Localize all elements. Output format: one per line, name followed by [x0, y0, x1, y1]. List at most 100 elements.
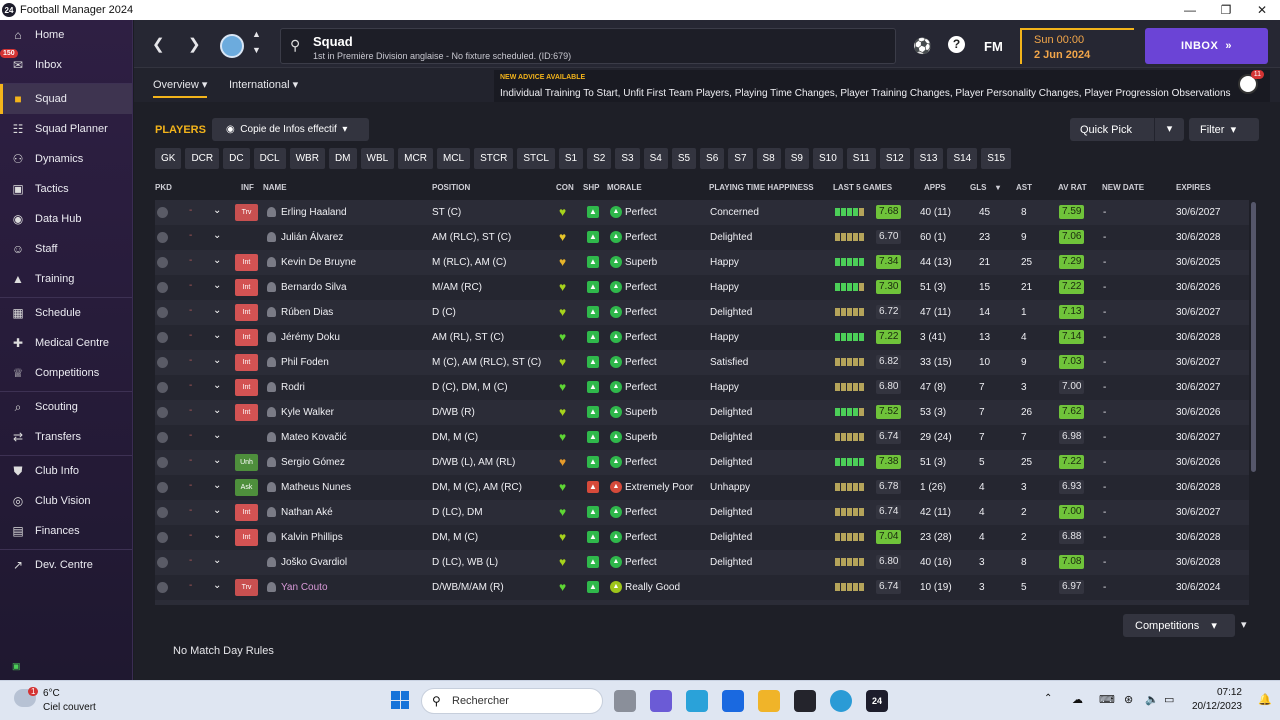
- row-expand-icon[interactable]: ⌄: [213, 480, 221, 491]
- row-expand-icon[interactable]: ⌄: [213, 330, 221, 341]
- position-button-s5[interactable]: S5: [671, 148, 697, 169]
- fm-menu-button[interactable]: FM: [984, 39, 1003, 54]
- taskbar-search[interactable]: ⚲ Rechercher: [421, 688, 603, 714]
- back-button[interactable]: ❮: [152, 35, 165, 53]
- table-row[interactable]: - ⌄ Int Rodri D (C), DM, M (C) ♥ ▲ ▲ Perfect Happ…: [155, 375, 1249, 400]
- pkd-toggle[interactable]: [157, 507, 168, 518]
- row-expand-icon[interactable]: ⌄: [213, 280, 221, 291]
- table-row[interactable]: - ⌄ Ask Matheus Nunes DM, M (C), AM (RC) ♥ ▲ ▲ E…: [155, 475, 1249, 500]
- row-expand-icon[interactable]: ⌄: [213, 355, 221, 366]
- position-button-s8[interactable]: S8: [756, 148, 781, 169]
- notifications-icon[interactable]: 🔔: [1258, 693, 1272, 706]
- quick-pick-button[interactable]: Quick Pick ▾: [1070, 118, 1184, 141]
- football-icon[interactable]: ⚽: [913, 37, 932, 55]
- col-avrat[interactable]: AV RAT: [1058, 183, 1087, 192]
- sidebar-item-schedule[interactable]: ▦ Schedule: [0, 298, 132, 328]
- table-scrollbar[interactable]: [1251, 202, 1256, 472]
- position-button-s13[interactable]: S13: [913, 148, 944, 169]
- pkd-toggle[interactable]: [157, 382, 168, 393]
- quick-pick-dropdown[interactable]: ▾: [1154, 118, 1184, 141]
- player-name[interactable]: Sergio Gómez: [281, 457, 345, 468]
- row-expand-icon[interactable]: ⌄: [213, 255, 221, 266]
- pkd-toggle[interactable]: [157, 332, 168, 343]
- onedrive-icon[interactable]: ☁: [1072, 693, 1083, 706]
- position-button-mcr[interactable]: MCR: [398, 148, 433, 169]
- position-button-mcl[interactable]: MCL: [436, 148, 471, 169]
- position-button-s11[interactable]: S11: [846, 148, 876, 169]
- sidebar-item-tactics[interactable]: ▣ Tactics: [0, 174, 132, 204]
- tray-overflow-icon[interactable]: ⌃: [1044, 693, 1052, 704]
- col-newdate[interactable]: NEW DATE: [1102, 183, 1144, 192]
- row-expand-icon[interactable]: ⌄: [213, 555, 221, 566]
- position-button-dcr[interactable]: DCR: [185, 148, 220, 169]
- row-expand-icon[interactable]: ⌄: [213, 230, 221, 241]
- club-switch-down-icon[interactable]: ▼: [252, 45, 261, 55]
- player-name[interactable]: Julián Álvarez: [281, 232, 343, 243]
- clock-time[interactable]: 07:12: [1192, 687, 1242, 698]
- table-row[interactable]: - ⌄ Int Kevin De Bruyne M (RLC), AM (C) ♥ ▲ ▲ Su…: [155, 250, 1249, 275]
- maximize-button[interactable]: ❐: [1208, 0, 1244, 20]
- sidebar-item-competitions[interactable]: ♕ Competitions: [0, 358, 132, 388]
- pkd-toggle[interactable]: [157, 232, 168, 243]
- competitions-dropdown[interactable]: Competitions ▾: [1123, 614, 1235, 637]
- position-button-s6[interactable]: S6: [700, 148, 725, 169]
- row-expand-icon[interactable]: ⌄: [213, 205, 221, 216]
- table-row[interactable]: - ⌄ Trv Erling Haaland ST (C) ♥ ▲ ▲ Perfect Conce…: [155, 200, 1249, 225]
- player-name[interactable]: Kalvin Phillips: [281, 532, 343, 543]
- position-button-s14[interactable]: S14: [947, 148, 978, 169]
- sidebar-item-dynamics[interactable]: ⚇ Dynamics: [0, 144, 132, 174]
- player-name[interactable]: Nathan Aké: [281, 507, 333, 518]
- position-button-dc[interactable]: DC: [223, 148, 250, 169]
- col-shp[interactable]: SHP: [583, 183, 599, 192]
- row-expand-icon[interactable]: ⌄: [213, 305, 221, 316]
- start-icon[interactable]: [391, 691, 409, 709]
- widgets-icon[interactable]: [686, 690, 708, 712]
- sidebar-item-data-hub[interactable]: ◉ Data Hub: [0, 204, 132, 234]
- col-expires[interactable]: EXPIRES: [1176, 183, 1211, 192]
- sidebar-item-squad[interactable]: ■ Squad: [0, 84, 132, 114]
- player-name[interactable]: Matheus Nunes: [281, 482, 351, 493]
- sidebar-item-training[interactable]: ▲ Training: [0, 264, 132, 294]
- table-row[interactable]: - ⌄ Julián Álvarez AM (RLC), ST (C) ♥ ▲ ▲ Perfe…: [155, 225, 1249, 250]
- sidebar-item-inbox[interactable]: ✉ Inbox 150: [0, 49, 132, 80]
- row-expand-icon[interactable]: ⌄: [213, 430, 221, 441]
- view-select[interactable]: ◉ Copie de Infos effectif ▾: [212, 118, 369, 141]
- position-button-s2[interactable]: S2: [587, 148, 612, 169]
- col-gls[interactable]: GLS: [970, 183, 986, 192]
- pkd-toggle[interactable]: [157, 432, 168, 443]
- col-apps[interactable]: APPS: [924, 183, 946, 192]
- position-button-s9[interactable]: S9: [784, 148, 809, 169]
- pkd-toggle[interactable]: [157, 207, 168, 218]
- position-button-wbr[interactable]: WBR: [289, 148, 325, 169]
- player-name[interactable]: Rodri: [281, 382, 305, 393]
- col-position[interactable]: POSITION: [432, 183, 470, 192]
- position-button-s12[interactable]: S12: [879, 148, 910, 169]
- panel-collapse-icon[interactable]: ▾: [1241, 618, 1247, 631]
- row-expand-icon[interactable]: ⌄: [213, 580, 221, 591]
- player-name[interactable]: Rúben Dias: [281, 307, 333, 318]
- col-ast[interactable]: AST: [1016, 183, 1032, 192]
- pkd-toggle[interactable]: [157, 257, 168, 268]
- col-inf[interactable]: INF: [241, 183, 254, 192]
- club-switch-up-icon[interactable]: ▲: [252, 29, 261, 39]
- col-last5[interactable]: LAST 5 GAMES: [833, 183, 892, 192]
- tab-overview[interactable]: Overview ▾: [153, 78, 208, 98]
- sidebar-item-dev-centre[interactable]: ↗ Dev. Centre: [0, 550, 132, 580]
- network-icon[interactable]: ⊛: [1124, 693, 1133, 706]
- pkd-toggle[interactable]: [157, 532, 168, 543]
- position-button-stcr[interactable]: STCR: [474, 148, 514, 169]
- player-name[interactable]: Kevin De Bruyne: [281, 257, 356, 268]
- dropbox-icon[interactable]: [722, 690, 744, 712]
- pkd-toggle[interactable]: [157, 457, 168, 468]
- player-name[interactable]: Erling Haaland: [281, 207, 347, 218]
- edge-icon[interactable]: [830, 690, 852, 712]
- pkd-toggle[interactable]: [157, 557, 168, 568]
- col-con[interactable]: CON: [556, 183, 574, 192]
- row-expand-icon[interactable]: ⌄: [213, 405, 221, 416]
- volume-icon[interactable]: 🔈: [1145, 693, 1159, 706]
- battery-icon[interactable]: ▭: [1164, 693, 1174, 706]
- table-row[interactable]: - ⌄ Int Phil Foden M (C), AM (RLC), ST (C) ♥ ▲…: [155, 350, 1249, 375]
- forward-button[interactable]: ❯: [188, 35, 201, 53]
- tab-international[interactable]: International ▾: [229, 78, 298, 91]
- pkd-toggle[interactable]: [157, 307, 168, 318]
